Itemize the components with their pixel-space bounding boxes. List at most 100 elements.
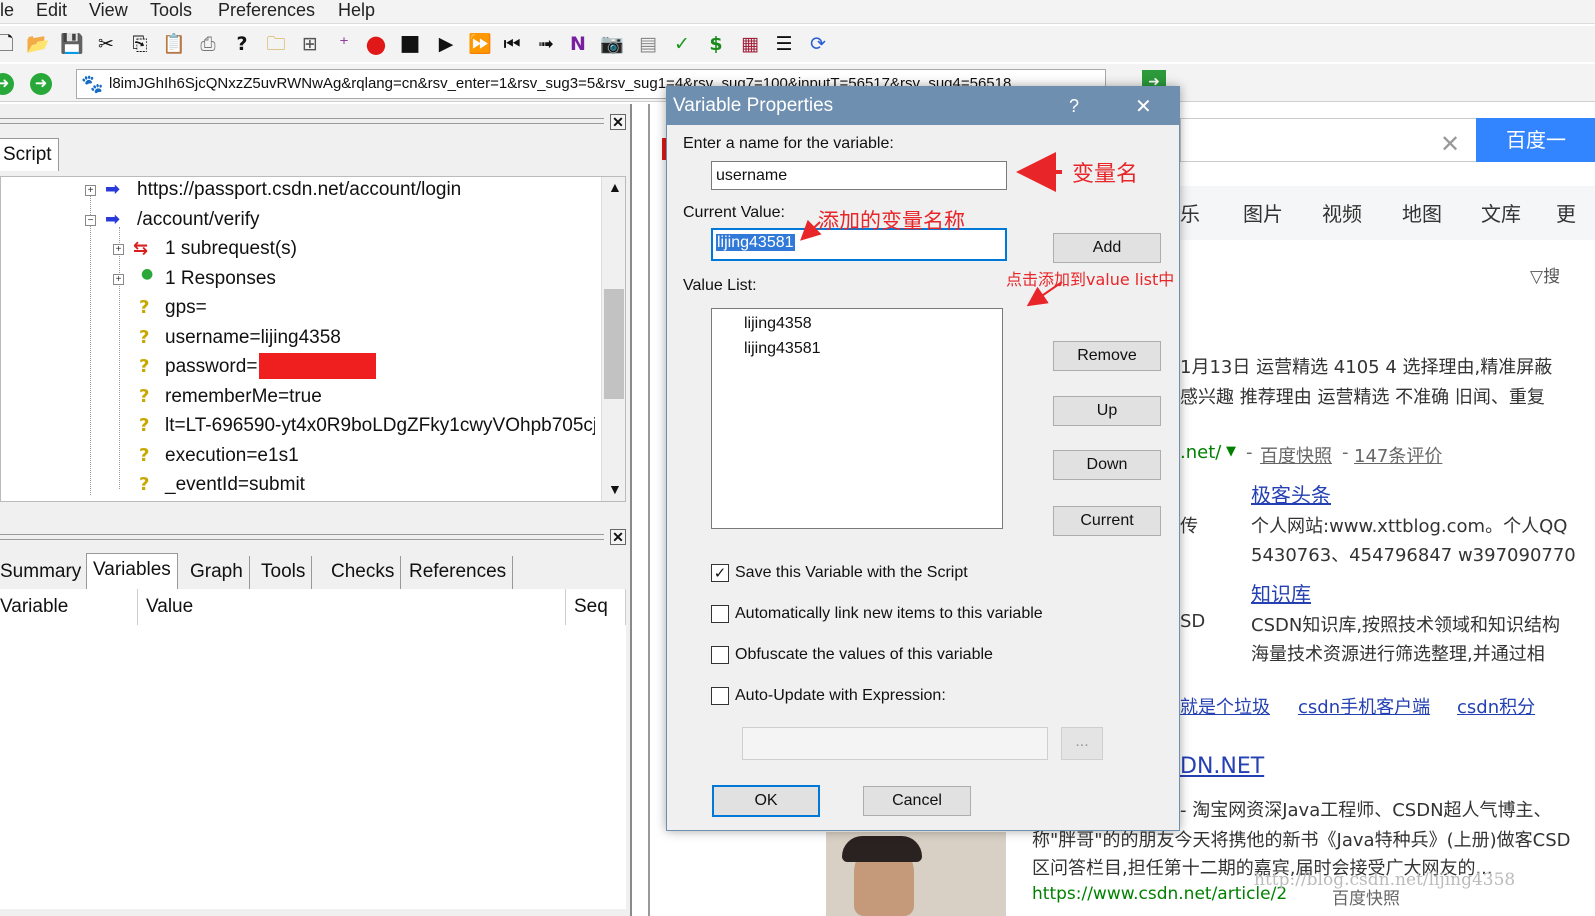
close-icon[interactable]: ✕ [610, 114, 626, 130]
result-url[interactable]: .net/ [1180, 442, 1221, 463]
scroll-up-icon[interactable]: ▲ [608, 179, 622, 195]
list-item[interactable]: lijing4358 [744, 315, 812, 333]
nav-item-video[interactable]: 视频 [1322, 198, 1362, 227]
dialog-titlebar[interactable]: Variable Properties ? ✕ [667, 87, 1179, 125]
save-icon[interactable]: 💾 [60, 32, 84, 56]
thumbnail-image[interactable] [826, 832, 1006, 916]
cancel-button[interactable]: Cancel [863, 786, 971, 816]
column-value[interactable]: Value [138, 589, 566, 625]
tab-summary[interactable]: Summary [0, 556, 89, 589]
menu-file[interactable]: le [0, 0, 14, 21]
tree-node-param[interactable]: _eventId=submit [165, 474, 305, 496]
menu-tools[interactable]: Tools [150, 0, 192, 21]
clear-icon[interactable]: ✕ [1440, 130, 1460, 159]
new-icon[interactable]: 🗋 [0, 32, 18, 56]
column-seq[interactable]: Seq [566, 589, 626, 625]
paste-icon[interactable]: 📋 [162, 32, 186, 56]
camera-icon[interactable]: 📷 [600, 32, 624, 56]
tab-script[interactable]: Script [0, 138, 59, 171]
search-tools[interactable]: ▽搜 [1530, 262, 1560, 287]
tree-node-param[interactable]: rememberMe=true [165, 386, 322, 408]
fast-forward-icon[interactable]: ⏩ [468, 32, 492, 56]
down-button[interactable]: Down [1053, 450, 1161, 480]
check-icon[interactable]: ✓ [670, 32, 694, 56]
close-button[interactable]: ✕ [1135, 87, 1152, 125]
nav-item-more[interactable]: 更 [1556, 198, 1576, 227]
nav-item-images[interactable]: 图片 [1243, 198, 1283, 227]
tree-scrollbar[interactable]: ▲ ▼ [601, 177, 625, 501]
dollar-icon[interactable]: $ [704, 32, 728, 56]
scroll-down-icon[interactable]: ▼ [608, 481, 622, 497]
dropdown-icon[interactable]: ▼ [1226, 444, 1236, 459]
ok-button[interactable]: OK [712, 785, 820, 817]
tree-node-param[interactable]: lt=LT-696590-yt4x0R9boLDgZFky1cwyVOhpb70… [165, 415, 595, 437]
expand-toggle[interactable]: + [85, 185, 96, 196]
bottom-splitter[interactable] [0, 534, 604, 540]
list-item[interactable]: lijing43581 [744, 340, 821, 358]
back-icon[interactable]: ➜ [0, 73, 14, 95]
new-folder-icon[interactable]: 🗀 [264, 32, 288, 56]
menu-edit[interactable]: Edit [36, 0, 67, 21]
result-title-link[interactable]: DN.NET [1180, 754, 1264, 779]
tree-node-login[interactable]: https://passport.csdn.net/account/login [137, 179, 461, 201]
related-link[interactable]: csdn手机客户端 [1298, 693, 1430, 719]
step-icon[interactable]: ➟ [534, 32, 558, 56]
top-splitter[interactable] [0, 118, 604, 124]
tree-node-subrequests[interactable]: 1 subrequest(s) [165, 238, 297, 260]
save-variable-checkbox[interactable]: ✓ [711, 564, 729, 582]
search-button[interactable]: 百度一 [1476, 118, 1595, 162]
record-icon[interactable]: ● [364, 32, 388, 56]
copy-icon[interactable]: ⎘ [128, 32, 152, 56]
help-icon[interactable]: ? [230, 32, 254, 56]
tab-references[interactable]: References [403, 556, 514, 589]
up-button[interactable]: Up [1053, 396, 1161, 426]
tree-node-param[interactable]: password= [165, 356, 257, 378]
tree-node-responses[interactable]: 1 Responses [165, 268, 276, 290]
tree-node-verify[interactable]: /account/verify [137, 209, 260, 231]
menu-preferences[interactable]: Preferences [218, 0, 315, 21]
nav-item-map[interactable]: 地图 [1402, 198, 1442, 227]
print-icon[interactable]: ⎙ [196, 32, 220, 56]
tab-variables[interactable]: Variables [86, 553, 178, 589]
report-icon[interactable]: ▤ [636, 32, 660, 56]
forward-icon[interactable]: ➜ [30, 73, 52, 95]
tree-node-param[interactable]: gps= [165, 297, 207, 319]
result-title-link[interactable]: 知识库 [1251, 578, 1311, 607]
result-url[interactable]: https://www.csdn.net/article/2 [1032, 884, 1287, 904]
column-variable[interactable]: Variable [0, 589, 138, 625]
tab-checks[interactable]: Checks [325, 556, 402, 589]
remove-button[interactable]: Remove [1053, 341, 1161, 371]
close-icon[interactable]: ✕ [610, 529, 626, 545]
value-list[interactable]: lijing4358 lijing43581 [711, 308, 1003, 529]
menu-view[interactable]: View [89, 0, 128, 21]
auto-link-checkbox[interactable] [711, 605, 729, 623]
nav-item[interactable]: 乐 [1180, 198, 1200, 227]
add-variable-icon[interactable]: ⁺ [332, 32, 356, 56]
tab-graph[interactable]: Graph [184, 556, 250, 589]
n-icon[interactable]: N [566, 32, 590, 56]
auto-update-checkbox[interactable] [711, 687, 729, 705]
tree-icon[interactable]: ☰ [772, 32, 796, 56]
add-item-icon[interactable]: ⊞ [298, 32, 322, 56]
cut-icon[interactable]: ✂ [94, 32, 118, 56]
kuaizhao-link[interactable]: 百度快照 [1260, 442, 1332, 468]
result-title-link[interactable]: 极客头条 [1251, 479, 1331, 508]
current-button[interactable]: Current [1053, 506, 1161, 536]
expand-toggle[interactable]: + [113, 244, 124, 255]
related-link[interactable]: 就是个垃圾 [1180, 693, 1270, 719]
menu-help[interactable]: Help [338, 0, 375, 21]
reviews-link[interactable]: 147条评价 [1354, 442, 1442, 468]
tree-node-param[interactable]: execution=e1s1 [165, 445, 299, 467]
tab-tools[interactable]: Tools [255, 556, 313, 589]
add-button[interactable]: Add [1053, 233, 1161, 263]
nav-item-wenku[interactable]: 文库 [1481, 198, 1521, 227]
grid-icon[interactable]: ▦ [738, 32, 762, 56]
variable-name-input[interactable]: username [711, 161, 1007, 190]
obfuscate-checkbox[interactable] [711, 646, 729, 664]
stop-icon[interactable]: ■ [398, 32, 422, 56]
search-box[interactable] [1180, 118, 1480, 162]
expand-toggle[interactable]: + [113, 274, 124, 285]
refresh-icon[interactable]: ⟳ [806, 32, 830, 56]
tree-node-param[interactable]: username=lijing4358 [165, 327, 341, 349]
scroll-thumb[interactable] [604, 289, 624, 399]
